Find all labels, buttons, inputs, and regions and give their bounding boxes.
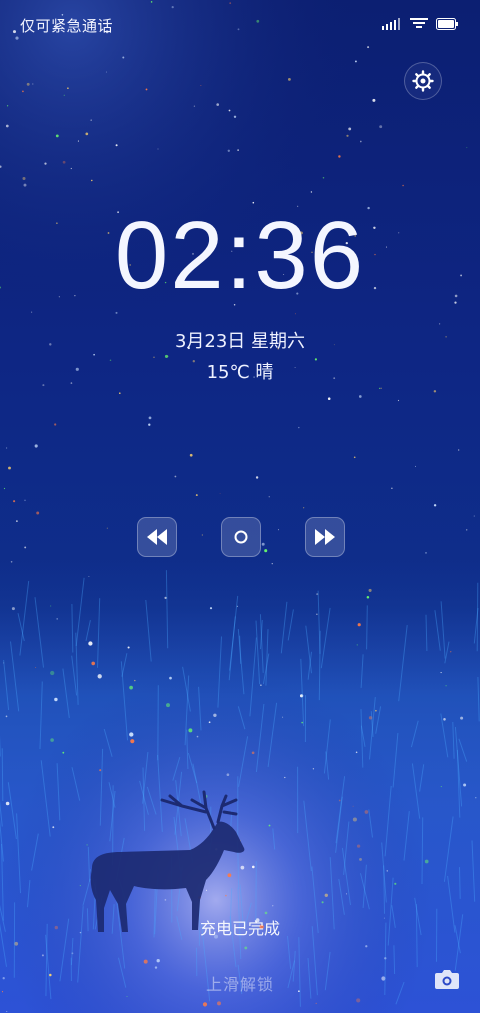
lock-weather: 15℃ 晴: [206, 362, 274, 383]
next-track-button[interactable]: [305, 517, 345, 557]
lock-clock: 02:36: [114, 202, 366, 309]
charging-status: 充电已完成: [199, 919, 280, 938]
media-controls: [0, 517, 480, 557]
status-bar: 仅可紧急通话: [0, 0, 480, 50]
camera-icon: [435, 970, 459, 989]
gear-icon: [412, 70, 434, 92]
battery-icon: [436, 18, 458, 30]
swipe-unlock-hint[interactable]: 上滑解锁: [0, 971, 480, 995]
settings-button[interactable]: [404, 62, 442, 100]
rewind-icon: [147, 529, 167, 545]
camera-shortcut-button[interactable]: [434, 968, 460, 992]
previous-track-button[interactable]: [137, 517, 177, 557]
play-pause-button[interactable]: [221, 517, 261, 557]
carrier-status-text: 仅可紧急通话: [20, 17, 114, 35]
circle-icon: [234, 530, 248, 544]
signal-icon: [382, 18, 400, 30]
lock-date: 3月23日 星期六: [174, 331, 306, 352]
fast-forward-icon: [315, 529, 335, 545]
wallpaper-night-deer: [0, 0, 480, 1013]
wifi-icon: [410, 18, 428, 28]
